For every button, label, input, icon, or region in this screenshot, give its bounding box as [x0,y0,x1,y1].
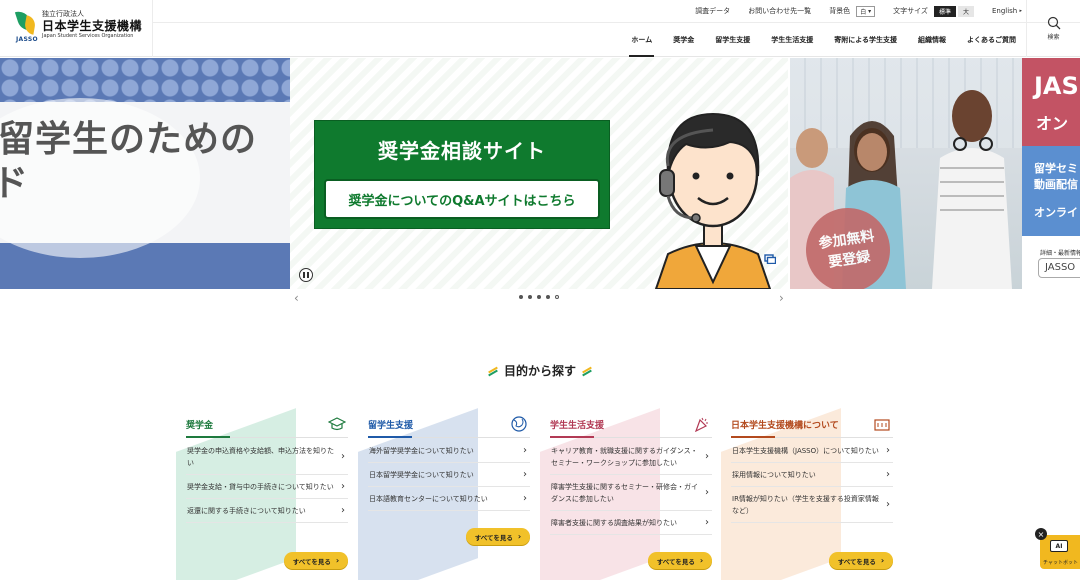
graduation-cap-icon [328,417,346,431]
card-link[interactable]: 日本留学奨学金について知りたい [368,463,530,487]
chatbot-close-button[interactable]: × [1035,528,1047,540]
font-size-label: 文字サイズ [893,7,928,15]
card-link[interactable]: 採用情報について知りたい [731,463,893,487]
font-size-large-button[interactable]: 大 [957,5,974,17]
card-link[interactable]: 障害者支援に関する調査結果が知りたい [550,511,712,535]
nav-student-life-support[interactable]: 学生生活支援 [771,30,813,57]
card-heading-accent [731,436,775,438]
survey-data-link[interactable]: 調査データ [695,6,730,16]
bg-color-select[interactable]: 白 ▾ [856,5,876,17]
font-size-control: 文字サイズ 標準 大 [893,5,974,17]
chevron-right-icon: › [335,556,340,565]
purpose-card-about-jasso: 日本学生支援機構について 日本学生支援機構（JASSO）について知りたい 採用情… [721,408,901,580]
card-link[interactable]: 日本語教育センターについて知りたい [368,487,530,511]
carousel-next-button[interactable]: › [779,291,784,305]
chatbot-label: チャットボット [1043,560,1078,566]
card-link[interactable]: 障害学生支援に関するセミナー・研修会・ガイダンスに参加したい [550,475,712,511]
search-label: 検索 [1047,34,1060,41]
carousel-dot[interactable] [528,295,532,299]
consult-banner-subtitle: 奨学金についてのQ&Aサイトはこちら [324,179,600,219]
building-icon [874,419,890,431]
card-link[interactable]: 日本学生支援機構（JASSO）について知りたい [731,439,893,463]
chevron-right-icon: › [880,556,885,565]
nav-faq[interactable]: よくあるご質問 [967,30,1016,57]
card-heading: 留学生支援 [368,416,530,438]
chevron-right-icon: › [699,556,704,565]
nav-scholarship[interactable]: 奨学金 [673,30,694,57]
carousel-dots [519,295,564,299]
card-heading: 日本学生支援機構について [731,418,893,438]
see-all-button[interactable]: すべてを見る › [829,552,893,569]
online-seminar-button[interactable]: JASSO [1038,258,1080,278]
card-link[interactable]: 奨学金の申込資格や支給額、申込方法を知りたい [186,439,348,475]
purpose-card-scholarship: 奨学金 奨学金の申込資格や支給額、申込方法を知りたい 奨学金支給・貸与中の手続き… [176,408,356,580]
nav-organization[interactable]: 組織情報 [918,30,946,57]
carousel-slide-scholarship-consult[interactable]: 奨学金相談サイト 奨学金についてのQ&Aサイトはこちら [290,58,788,289]
card-heading: 学生生活支援 [550,417,712,438]
see-all-button[interactable]: すべてを見る › [466,528,530,545]
site-logo[interactable]: JASSO 独立行政法人 日本学生支援機構 Japan Student Serv… [14,8,143,44]
jasso-logo-icon: JASSO [14,8,38,44]
carousel-slide-online-seminar[interactable]: JAS オン 留学セミ 動画配信 オンライ 詳細・最新情報 JASSO [1022,58,1080,289]
card-link[interactable]: 返還に関する手続きについて知りたい [186,499,348,523]
chevron-down-icon: ▾ [868,7,872,15]
nav-donation-support[interactable]: 寄附による学生支援 [834,30,897,57]
logo-name-en: Japan Student Services Organization [42,33,134,39]
site-header: JASSO 独立行政法人 日本学生支援機構 Japan Student Serv… [0,0,1080,57]
search-icon [1047,16,1060,30]
global-nav: ホーム 奨学金 留学生支援 学生生活支援 寄附による学生支援 組織情報 よくある… [610,30,1016,57]
consult-banner: 奨学金相談サイト 奨学金についてのQ&Aサイトはこちら [314,120,610,229]
contact-list-link[interactable]: お問い合わせ先一覧 [748,6,811,16]
chevron-right-icon: › [517,532,522,541]
chatbot-button[interactable]: AI チャットボット [1040,535,1080,569]
language-switch[interactable]: English ▸ [992,7,1022,15]
utility-bar: 調査データ お問い合わせ先一覧 背景色 白 ▾ 文字サイズ 標準 大 Engli… [677,4,1022,18]
nav-home[interactable]: ホーム [629,30,654,57]
external-link-icon [764,254,776,264]
card-heading: 奨学金 [186,417,348,438]
slash-decoration-icon [582,366,592,376]
caret-right-icon: ▸ [1019,8,1022,14]
card-heading-accent [186,436,230,438]
carousel-dot[interactable] [537,295,541,299]
party-popper-icon [694,417,708,432]
card-link[interactable]: 海外留学奨学金について知りたい [368,439,530,463]
carousel-slide-guide[interactable]: 留学生のための ド [0,58,290,289]
hero-carousel: 留学生のための ド 奨学金相談サイト 奨学金についてのQ&Aサイトはこちら 参加… [0,58,1080,289]
carousel-slide-seminar[interactable]: 参加無料 要登録 [790,58,1022,289]
slide-guide-text-2: ド [0,163,29,204]
carousel-pause-button[interactable] [299,268,313,282]
carousel-dot-current[interactable] [555,295,559,299]
carousel-controls: ‹ › [0,289,1080,307]
card-heading-accent [368,436,412,438]
logo-corp-type: 独立行政法人 [42,10,84,18]
logo-name-ja: 日本学生支援機構 [42,19,143,33]
purpose-card-intl-student: 留学生支援 海外留学奨学金について知りたい 日本留学奨学金について知りたい 日本… [358,408,538,580]
carousel-dot[interactable] [546,295,550,299]
see-all-button[interactable]: すべてを見る › [648,552,712,569]
card-heading-accent [550,436,594,438]
card-link[interactable]: IR情報が知りたい（学生を支援する投資家情報など） [731,487,893,523]
see-all-button[interactable]: すべてを見る › [284,552,348,569]
card-link[interactable]: 奨学金支給・貸与中の手続きについて知りたい [186,475,348,499]
nav-intl-student-support[interactable]: 留学生支援 [715,30,750,57]
font-size-standard-button[interactable]: 標準 [933,5,956,17]
bg-color-label: 背景色 [829,7,851,15]
slide-guide-text-1: 留学生のための [0,119,258,160]
slash-decoration-icon [488,366,498,376]
purpose-card-student-life: 学生生活支援 キャリア教育・就職支援に関するガイダンス・セミナー・ワークショップ… [540,408,720,580]
ai-chat-icon: AI [1050,540,1068,552]
search-button[interactable]: 検索 [1026,0,1080,57]
bg-color-control: 背景色 白 ▾ [829,5,876,17]
carousel-prev-button[interactable]: ‹ [294,291,299,305]
globe-icon [511,416,527,432]
card-link[interactable]: キャリア教育・就職支援に関するガイダンス・セミナー・ワークショップに参加したい [550,439,712,475]
purpose-section-title: 目的から探す [0,362,1080,379]
consult-banner-title: 奨学金相談サイト [378,139,546,163]
carousel-dot[interactable] [519,295,523,299]
